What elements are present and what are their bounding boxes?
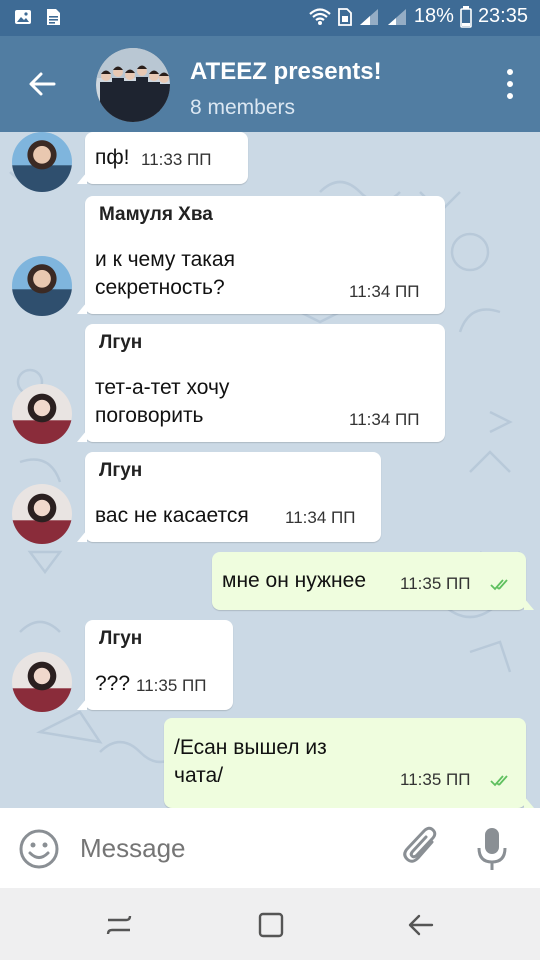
message-time: 11:33 ПП [141,150,212,169]
message-text-line-2: чата/ [174,764,224,787]
message-time: 11:35 ПП [400,574,471,593]
signal-icon [359,8,378,25]
message-bubble[interactable]: Лгун ??? 11:35 ПП [77,620,233,710]
message-text: ??? [95,672,131,695]
home-icon[interactable] [256,910,286,940]
gallery-notification-icon [15,10,31,24]
more-options-icon[interactable] [502,66,518,102]
sender-avatar[interactable] [12,132,72,192]
message-text-line-1: и к чему такая [95,248,235,271]
wifi-icon [309,7,331,25]
message-text-line-1: /Есан вышел из [174,736,327,759]
signal-icon-2 [387,8,406,25]
message-time: 11:34 ПП [349,282,420,301]
message-text-line-2: поговорить [95,404,204,427]
message-bubble-outgoing[interactable]: мне он нужнее 11:35 ПП [212,552,534,610]
chat-title[interactable]: ATEEZ presents! [190,58,382,86]
message-bubble[interactable]: пф! 11:33 ПП [77,132,248,184]
message-time: 11:34 ПП [285,508,356,527]
message-time: 11:35 ПП [400,770,471,789]
sender-name: Лгун [99,460,143,481]
message-bubble[interactable]: Лгун вас не касается 11:34 ПП [77,452,381,542]
member-count: 8 members [190,96,296,119]
message-text: мне он нужнее [222,569,366,592]
double-check-icon [490,579,508,591]
message-bubble[interactable]: Лгун тет-а-тет хочу поговорить 11:34 ПП [77,324,445,442]
back-nav-icon[interactable] [406,910,436,940]
sender-avatar[interactable] [12,484,72,544]
chat-header: ATEEZ presents! 8 members [0,36,540,132]
message-time: 11:34 ПП [349,410,420,429]
sender-avatar[interactable] [12,652,72,712]
message-bubble-outgoing[interactable]: /Есан вышел из чата/ 11:35 ПП [164,718,534,808]
battery-percent: 18% [413,5,454,27]
emoji-icon[interactable] [18,828,60,870]
sender-name: Лгун [99,628,143,649]
message-list[interactable]: пф! 11:33 ПП Мамуля Хва и к чему такая с… [0,132,540,808]
message-text: пф! [95,146,130,169]
group-avatar[interactable] [96,48,170,122]
message-text: вас не касается [95,504,249,527]
system-navigation-bar [0,888,540,960]
message-composer [0,808,540,888]
sender-avatar[interactable] [12,384,72,444]
paperclip-icon[interactable] [402,826,442,870]
document-notification-icon [47,9,60,25]
microphone-icon[interactable] [474,826,510,872]
group-photo [96,48,170,122]
sender-name: Мамуля Хва [99,204,213,225]
message-text-line-2: секретность? [95,276,225,299]
message-time: 11:35 ПП [136,676,207,695]
message-bubble[interactable]: Мамуля Хва и к чему такая секретность? 1… [77,196,445,314]
double-check-icon [490,775,508,787]
battery-icon [460,5,472,28]
message-text-line-1: тет-а-тет хочу [95,376,230,399]
sim-icon [338,7,352,26]
sender-avatar[interactable] [12,256,72,316]
recent-apps-icon[interactable] [104,910,134,940]
back-arrow-icon[interactable] [22,64,62,104]
message-input[interactable] [80,830,380,866]
sender-name: Лгун [99,332,143,353]
status-bar: 18% 23:35 [0,0,540,36]
clock: 23:35 [477,5,528,27]
